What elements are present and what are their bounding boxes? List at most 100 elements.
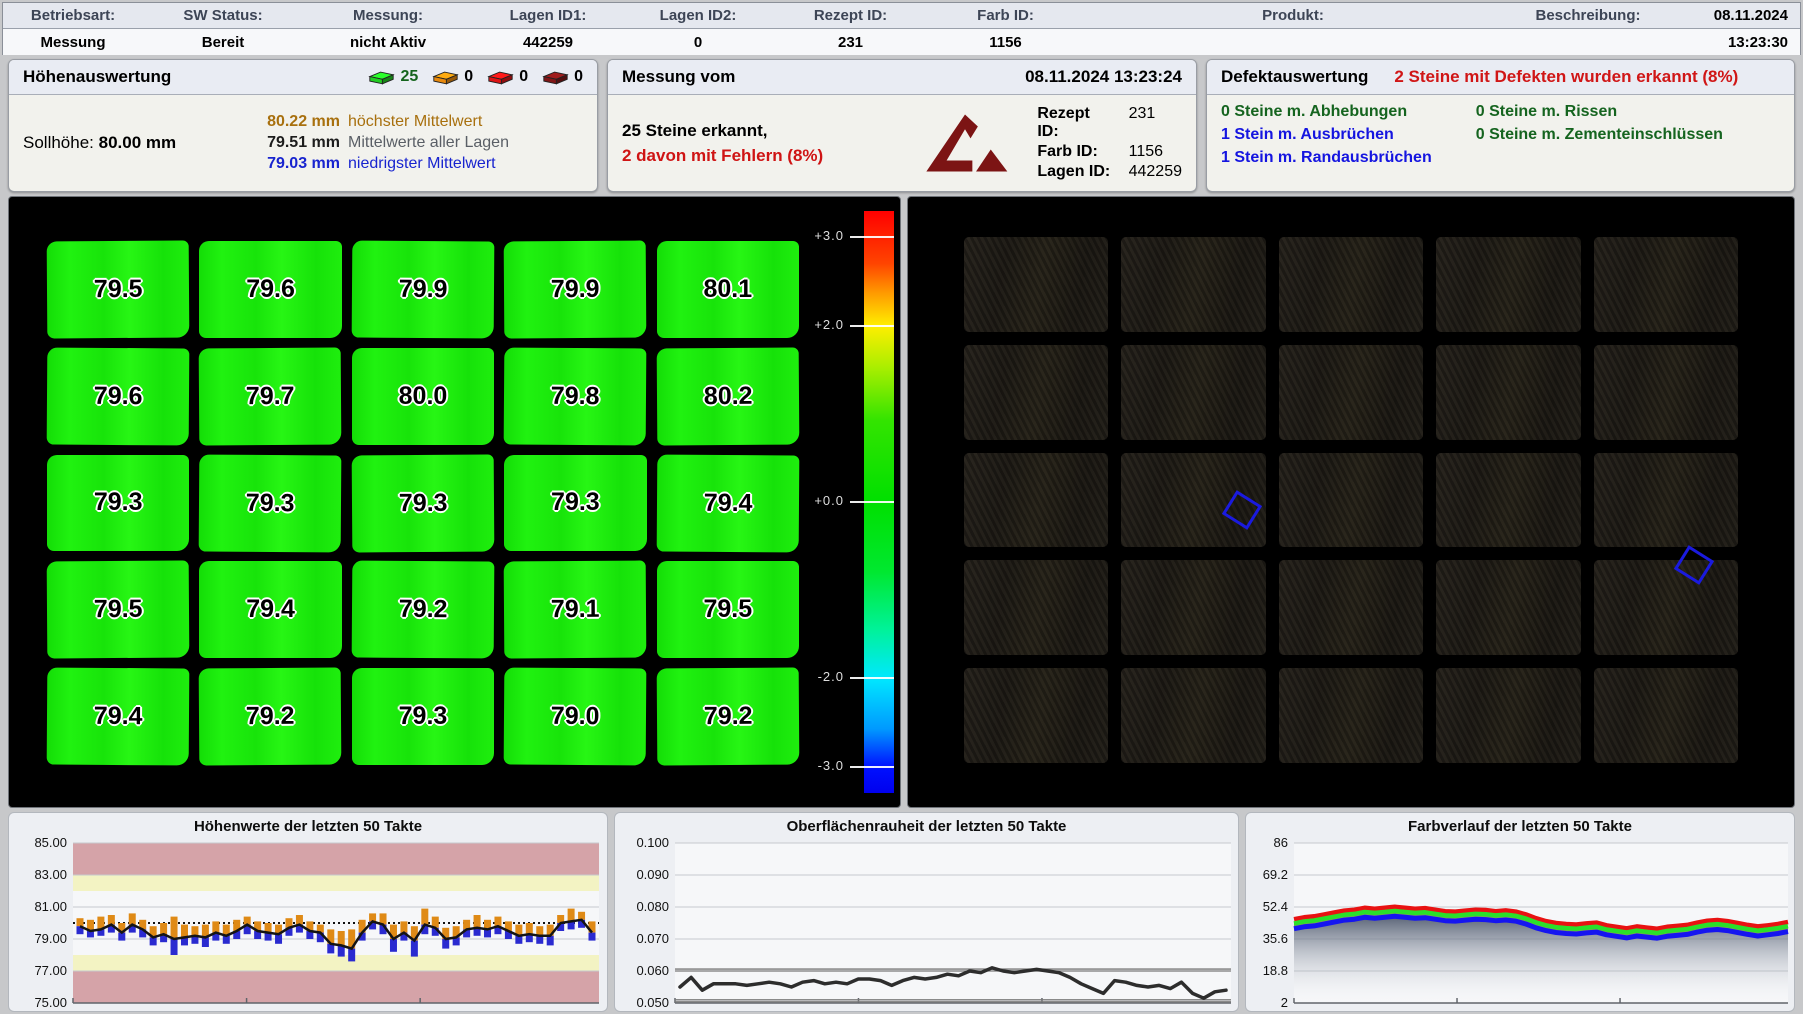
topbar-label: Beschreibung: — [1503, 7, 1673, 24]
camera-photo-view — [907, 196, 1795, 808]
svg-text:0.080: 0.080 — [636, 899, 669, 914]
messung-timestamp: 08.11.2024 13:23:24 — [1025, 67, 1182, 87]
brick-count: 0 — [464, 68, 473, 86]
panel-defektauswertung: Defektauswertung 2 Steine mit Defekten w… — [1206, 59, 1795, 192]
svg-text:79.00: 79.00 — [34, 931, 67, 946]
brick-icon — [487, 69, 514, 86]
stone-height-tile: 79.5 — [47, 241, 190, 339]
stone-photo-tile — [964, 560, 1108, 655]
stone-photo-tile — [964, 668, 1108, 763]
color-scale-tick-label: -2.0 — [818, 669, 844, 684]
topbar-value: 1156 — [928, 34, 1083, 51]
stone-height-tile: 79.3 — [47, 455, 189, 552]
defekt-list-right: 0 Steine m. Rissen 0 Steine m. Zementeins… — [1476, 103, 1723, 185]
brick-count: 25 — [400, 68, 418, 86]
stat-avg-label: Mittelwerte aller Lagen — [348, 134, 509, 152]
color-scale-tick-label: +2.0 — [814, 317, 844, 332]
stone-photo-tile — [1121, 560, 1265, 655]
brick-count-item: 0 — [432, 68, 473, 86]
topbar-value: 442259 — [473, 34, 623, 51]
height-statistics: 80.22 mm höchster Mittelwert 79.51 mm Mi… — [248, 101, 583, 185]
messung-panel-body: 25 Steine erkannt, 2 davon mit Fehlern (… — [608, 95, 1196, 191]
stone-height-tile: 79.8 — [504, 347, 647, 445]
rezept-id-value: 231 — [1129, 105, 1182, 141]
stone-photo-tile — [1121, 668, 1265, 763]
stone-photo-tile — [1279, 453, 1423, 548]
stone-height-tile: 80.0 — [352, 348, 494, 445]
defekt-summary: 2 Steine mit Defekten wurden erkannt (8%… — [1394, 67, 1738, 87]
chart-farbverlauf-plot: 8669.252.435.618.82 — [1246, 837, 1794, 1011]
brick-icon — [368, 69, 395, 86]
stone-height-tile: 79.4 — [199, 561, 341, 658]
sollhoehe-value: 80.00 mm — [99, 133, 177, 153]
stone-height-tile: 79.3 — [352, 668, 494, 765]
summary-panels: Höhenauswertung 25000 Sollhöhe: 80.00 mm… — [8, 59, 1795, 192]
color-scale-tick-label: +3.0 — [814, 228, 844, 243]
color-scale-tick-line — [850, 766, 894, 768]
current-date: 08.11.2024 — [1673, 7, 1800, 24]
svg-text:35.6: 35.6 — [1263, 931, 1288, 946]
hoehe-panel-body: Sollhöhe: 80.00 mm 80.22 mm höchster Mit… — [9, 95, 597, 191]
topbar-label: Messung: — [303, 7, 473, 24]
stone-height-tile: 79.3 — [504, 455, 646, 552]
vendor-logo — [910, 110, 1019, 176]
stone-photo-tile — [1436, 345, 1580, 440]
current-time: 13:23:30 — [1673, 34, 1800, 51]
top-info-bar: Betriebsart:SW Status:Messung:Lagen ID1:… — [2, 2, 1801, 55]
svg-text:69.2: 69.2 — [1263, 867, 1288, 882]
topbar-value: 0 — [623, 34, 773, 51]
defekt-panel-title: Defektauswertung — [1221, 67, 1368, 87]
stone-photo-tile — [964, 453, 1108, 548]
stone-photo-tile — [1594, 237, 1738, 332]
defekt-item: 0 Steine m. Rissen — [1476, 103, 1723, 121]
svg-text:2: 2 — [1281, 995, 1288, 1010]
topbar-label: SW Status: — [143, 7, 303, 24]
top-info-values-row: MessungBereitnicht Aktiv4422590231115613… — [3, 29, 1800, 55]
lagen-id-label: Lagen ID: — [1037, 163, 1114, 181]
color-scale-tick-line — [850, 677, 894, 679]
stat-min-row: 79.03 mm niedrigster Mittelwert — [248, 155, 583, 173]
brick-count: 0 — [574, 68, 583, 86]
stone-photo-tile — [1121, 237, 1265, 332]
lagen-id-value: 442259 — [1129, 163, 1182, 181]
stone-height-tile: 79.3 — [351, 454, 494, 552]
sollhoehe: Sollhöhe: 80.00 mm — [23, 101, 248, 185]
brick-count-item: 0 — [542, 68, 583, 86]
defekt-item: 1 Stein m. Ausbrüchen — [1221, 126, 1432, 144]
defekt-item: 0 Steine m. Zementeinschlüssen — [1476, 126, 1723, 144]
svg-text:85.00: 85.00 — [34, 837, 67, 850]
stone-height-tile: 79.5 — [47, 561, 190, 659]
stat-min-value: 79.03 mm — [248, 155, 340, 173]
stone-photo-tile — [1594, 345, 1738, 440]
chart-hoehenwerte-plot: 85.0083.0081.0079.0077.0075.00 — [9, 837, 607, 1011]
stone-photo-tile — [1436, 453, 1580, 548]
topbar-label: Rezept ID: — [773, 7, 928, 24]
stat-max-label: höchster Mittelwert — [348, 113, 482, 131]
stone-height-tile: 79.2 — [656, 668, 799, 766]
stone-photo-tile — [1436, 560, 1580, 655]
chart-hoehenwerte: Höhenwerte der letzten 50 Takte 85.0083.… — [8, 812, 608, 1012]
messung-panel-title: Messung vom — [622, 67, 735, 87]
svg-text:77.00: 77.00 — [34, 963, 67, 978]
defekt-list-left: 0 Steine m. Abhebungen 1 Stein m. Ausbrüc… — [1221, 103, 1432, 185]
panel-messung-vom: Messung vom 08.11.2024 13:23:24 25 Stein… — [607, 59, 1197, 192]
brick-count-legend: 25000 — [368, 68, 583, 86]
defekt-panel-header: Defektauswertung 2 Steine mit Defekten w… — [1207, 60, 1794, 95]
farb-id-label: Farb ID: — [1037, 143, 1114, 161]
stone-photo-tile — [1436, 237, 1580, 332]
svg-text:0.100: 0.100 — [636, 837, 669, 850]
stone-photo-tile — [964, 237, 1108, 332]
stone-photo-tile — [1279, 345, 1423, 440]
stone-photo-tile — [1594, 560, 1738, 655]
hoehe-panel-header: Höhenauswertung 25000 — [9, 60, 597, 95]
defekt-panel-body: 0 Steine m. Abhebungen 1 Stein m. Ausbrüc… — [1207, 95, 1794, 191]
defekt-item: 0 Steine m. Abhebungen — [1221, 103, 1432, 121]
stone-height-tile: 79.2 — [351, 561, 494, 659]
stone-photo-tile — [1121, 345, 1265, 440]
topbar-label: Produkt: — [1083, 7, 1503, 24]
brick-count-item: 0 — [487, 68, 528, 86]
stone-count-summary: 25 Steine erkannt, 2 davon mit Fehlern (… — [622, 118, 910, 169]
color-scale-tick-line — [850, 325, 894, 327]
svg-text:52.4: 52.4 — [1263, 899, 1288, 914]
stone-height-tile: 79.5 — [657, 561, 799, 658]
